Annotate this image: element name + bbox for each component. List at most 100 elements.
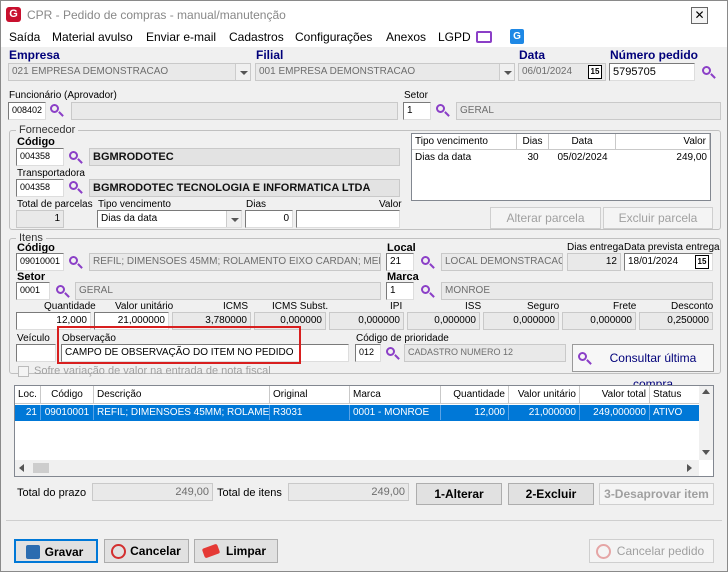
dias-label: Dias <box>246 199 267 210</box>
alterar-parcela-button[interactable]: Alterar parcela <box>490 207 601 229</box>
vertical-scrollbar[interactable] <box>699 386 713 460</box>
empresa-dropdown-icon[interactable] <box>235 64 250 80</box>
fornecedor-codigo-input[interactable]: 004358 <box>16 148 64 166</box>
prioridade-code-input[interactable]: 012 <box>355 344 381 362</box>
gravar-button[interactable]: Gravar <box>14 539 98 563</box>
limpar-button[interactable]: Limpar <box>194 539 278 563</box>
close-button[interactable]: ✕ <box>691 7 708 24</box>
row-valor-unitario: 21,000000 <box>509 405 580 420</box>
valor-input[interactable] <box>296 210 400 228</box>
quantidade-label: Quantidade <box>44 301 96 312</box>
menu-anexos[interactable]: Anexos <box>386 30 426 44</box>
setor-code-input[interactable]: 1 <box>403 102 431 120</box>
item-codigo-input[interactable]: 09010001 <box>16 253 64 271</box>
row-marca: 0001 - MONROE <box>350 405 441 420</box>
cancelar-button[interactable]: Cancelar <box>104 539 189 563</box>
menu-lgpd[interactable]: LGPD <box>438 30 471 44</box>
scroll-up-icon[interactable] <box>702 389 710 394</box>
menu-bar: Saída Material avulso Enviar e-mail Cada… <box>1 29 727 47</box>
search-pedido-icon[interactable] <box>701 65 716 80</box>
grid-header-loc[interactable]: Loc. <box>15 386 41 404</box>
menu-material-avulso[interactable]: Material avulso <box>52 30 133 44</box>
transportadora-codigo-input[interactable]: 004358 <box>16 179 64 197</box>
scroll-left-icon[interactable] <box>19 464 24 472</box>
prioridade-nome: CADASTRO NUMERO 12 <box>404 344 566 362</box>
grid-header-valor-total[interactable]: Valor total <box>580 386 650 404</box>
parcelas-header-tipo[interactable]: Tipo vencimento <box>412 134 517 150</box>
parcelas-header-data[interactable]: Data <box>549 134 616 150</box>
horizontal-scrollbar[interactable] <box>15 460 699 476</box>
excluir-item-button[interactable]: 2-Excluir <box>508 483 594 505</box>
numero-pedido-input[interactable]: 5795705 <box>609 63 695 81</box>
calendar-prevista-icon[interactable]: 15 <box>695 255 709 269</box>
items-grid: Loc. Código Descrição Original Marca Qua… <box>14 385 714 477</box>
menu-cadastros[interactable]: Cadastros <box>229 30 284 44</box>
icms-subst-label: ICMS Subst. <box>272 301 329 312</box>
calendar-icon[interactable]: 15 <box>588 65 602 79</box>
parcelas-header-dias[interactable]: Dias <box>517 134 549 150</box>
desconto-label: Desconto <box>671 301 714 312</box>
menu-enviar-email[interactable]: Enviar e-mail <box>146 30 216 44</box>
grid-header-marca[interactable]: Marca <box>350 386 441 404</box>
filial-dropdown-icon[interactable] <box>499 64 514 80</box>
scroll-right-icon[interactable] <box>687 464 692 472</box>
g-app-icon[interactable]: G <box>510 29 524 44</box>
search-local-icon[interactable] <box>420 255 435 270</box>
search-fornecedor-icon[interactable] <box>68 150 83 165</box>
empresa-select[interactable]: 021 EMPRESA DEMONSTRACAO <box>8 63 251 81</box>
search-funcionario-icon[interactable] <box>49 103 64 118</box>
parcela-dias[interactable]: 30 <box>517 150 549 165</box>
iss-value: 0,000000 <box>407 312 480 330</box>
veiculo-label: Veículo <box>17 333 50 344</box>
grid-header-quantidade[interactable]: Quantidade <box>441 386 509 404</box>
grid-header-descricao[interactable]: Descrição <box>94 386 270 404</box>
parcela-valor[interactable]: 249,00 <box>616 150 710 165</box>
parcela-tipo[interactable]: Dias da data <box>412 150 517 165</box>
save-icon <box>26 545 40 559</box>
marca-code-input[interactable]: 1 <box>386 282 414 300</box>
marca-nome: MONROE <box>441 282 713 300</box>
dias-input[interactable]: 0 <box>245 210 293 228</box>
fornecedor-nome: BGMRODOTEC <box>89 148 400 166</box>
scroll-thumb[interactable] <box>33 463 49 473</box>
search-prioridade-icon[interactable] <box>385 346 400 361</box>
frete-label: Frete <box>613 301 637 312</box>
item-setor-input[interactable]: 0001 <box>16 282 50 300</box>
search-item-icon[interactable] <box>68 255 83 270</box>
valor-unitario-label: Valor unitário <box>115 301 174 312</box>
sofre-variacao-checkbox[interactable] <box>18 366 29 377</box>
scroll-down-icon[interactable] <box>702 450 710 455</box>
funcionario-code-input[interactable]: 008402 <box>8 102 46 120</box>
data-prevista-label: Data prevista entrega <box>624 242 720 253</box>
tipo-vencimento-dropdown-icon[interactable] <box>226 211 241 227</box>
grid-header-original[interactable]: Original <box>270 386 350 404</box>
grid-header-status[interactable]: Status <box>650 386 700 404</box>
cancel-pedido-icon <box>596 544 611 559</box>
main-window: G CPR - Pedido de compras - manual/manut… <box>0 0 728 572</box>
grid-header-codigo[interactable]: Código <box>41 386 94 404</box>
local-code-input[interactable]: 21 <box>386 253 414 271</box>
app-logo-icon: G <box>6 7 21 22</box>
table-row[interactable]: 21 09010001 REFIL; DIMENSOES 45MM; ROLAM… <box>15 405 699 421</box>
search-item-setor-icon[interactable] <box>55 284 70 299</box>
search-transportadora-icon[interactable] <box>68 180 83 195</box>
window-title: CPR - Pedido de compras - manual/manuten… <box>27 8 286 22</box>
prioridade-label: Código de prioridade <box>356 333 449 344</box>
filial-select[interactable]: 001 EMPRESA DEMONSTRACAO <box>255 63 515 81</box>
desaprovar-item-button[interactable]: 3-Desaprovar item <box>599 483 714 505</box>
parcelas-header-valor[interactable]: Valor <box>616 134 710 150</box>
monitor-icon[interactable] <box>476 31 492 43</box>
menu-configuracoes[interactable]: Configurações <box>295 30 372 44</box>
menu-saida[interactable]: Saída <box>9 30 40 44</box>
total-prazo-label: Total do prazo <box>17 487 87 499</box>
alterar-item-button[interactable]: 1-Alterar <box>416 483 502 505</box>
excluir-parcela-button[interactable]: Excluir parcela <box>603 207 713 229</box>
consultar-ultima-compra-button[interactable]: Consultar última compra <box>572 344 714 391</box>
tipo-vencimento-select[interactable]: Dias da data <box>97 210 242 228</box>
grid-header-valor-unitario[interactable]: Valor unitário <box>509 386 580 404</box>
search-setor-icon[interactable] <box>435 103 450 118</box>
search-marca-icon[interactable] <box>420 284 435 299</box>
parcela-data[interactable]: 05/02/2024 <box>549 150 616 165</box>
cancelar-pedido-button[interactable]: Cancelar pedido <box>589 539 714 563</box>
veiculo-input[interactable] <box>16 344 56 362</box>
